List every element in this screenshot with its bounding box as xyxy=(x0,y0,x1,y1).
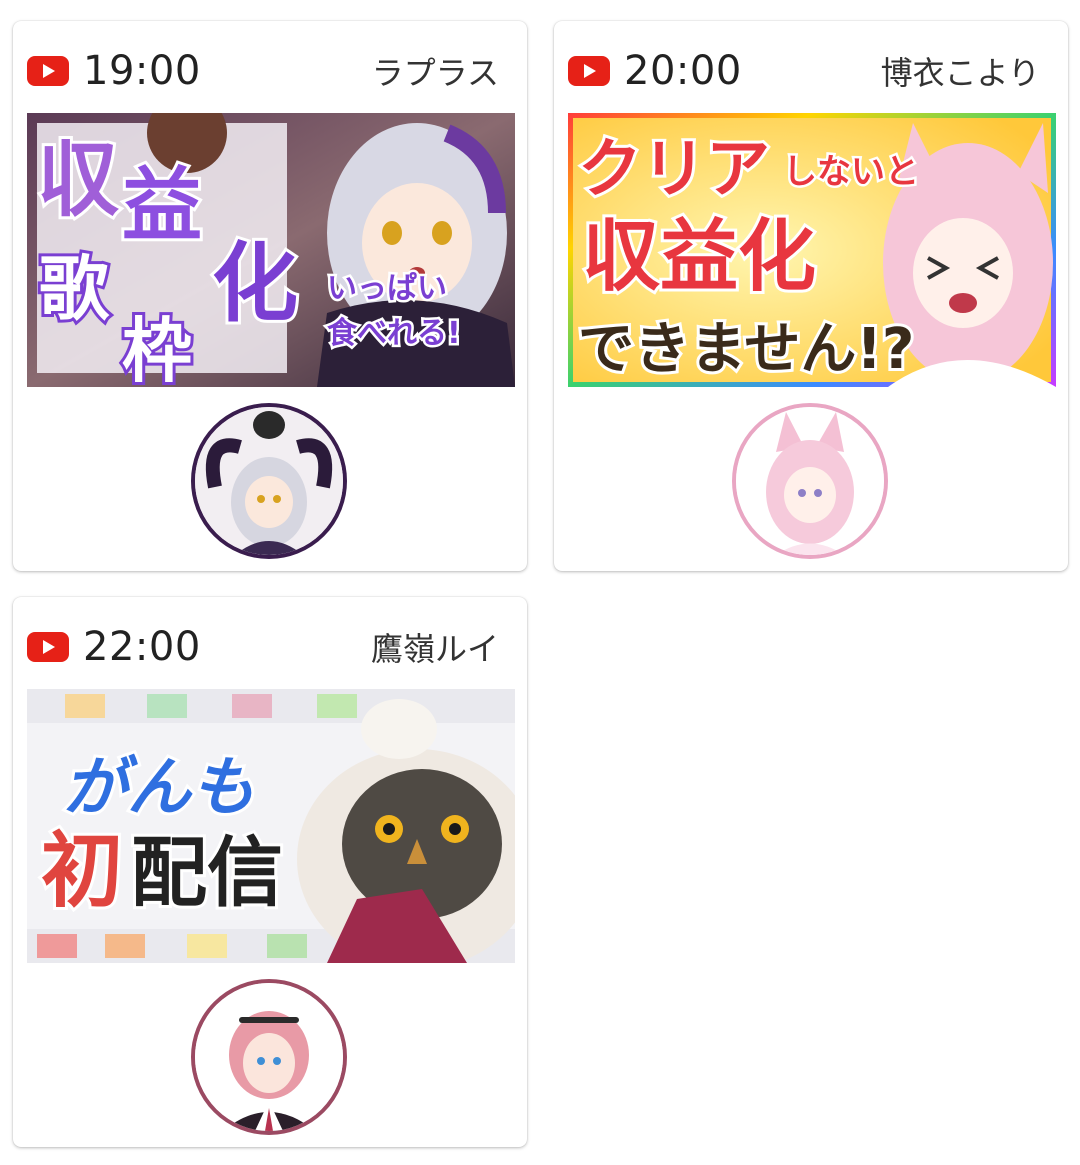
thumbnail-title: がんも 初 配信 xyxy=(38,748,286,922)
thumb-text-1: がんも xyxy=(63,751,255,825)
card-header: 19:00 ラプラス xyxy=(27,47,499,95)
streamer-avatar[interactable] xyxy=(732,403,888,559)
youtube-icon xyxy=(27,632,69,662)
thumb-text-1: 収 xyxy=(37,133,119,228)
thumb-text-1: クリア xyxy=(578,133,770,207)
video-thumbnail[interactable]: クリア しないと 収益化 できません!? xyxy=(568,113,1056,387)
thumb-text-4: できません!? xyxy=(578,317,914,382)
thumb-text-6: いっぱい xyxy=(327,271,447,306)
thumb-text-2: 初 xyxy=(41,824,123,919)
stream-card-lui[interactable]: 22:00 鷹嶺ルイ がんも 初 配信 xyxy=(13,597,527,1147)
video-thumbnail[interactable]: 収 益 化 歌 枠 いっぱい 食べれる! xyxy=(27,113,515,387)
thumb-text-3: 化 xyxy=(212,234,298,334)
youtube-icon xyxy=(27,56,69,86)
thumb-text-4: 歌 xyxy=(39,248,110,330)
video-thumbnail[interactable]: がんも 初 配信 xyxy=(27,689,515,963)
thumb-text-2: 益 xyxy=(122,159,202,252)
stream-time: 20:00 xyxy=(624,48,742,94)
card-header: 20:00 博衣こより xyxy=(568,47,1040,95)
streamer-name: ラプラス xyxy=(371,54,499,92)
thumb-text-3: 配信 xyxy=(131,828,283,917)
thumb-text-5: 枠 xyxy=(122,310,192,387)
thumb-text-7: 食べれる! xyxy=(327,316,461,351)
streamer-avatar[interactable] xyxy=(191,979,347,1135)
thumb-text-3: 収益化 xyxy=(582,212,816,302)
youtube-icon xyxy=(568,56,610,86)
stream-card-koyori[interactable]: 20:00 博衣こより クリア しないと 収益化 できません!? xyxy=(554,21,1068,571)
card-header: 22:00 鷹嶺ルイ xyxy=(27,623,499,671)
time-group: 19:00 xyxy=(27,48,201,94)
time-group: 20:00 xyxy=(568,48,742,94)
stream-card-laplus[interactable]: 19:00 ラプラス 収 益 化 歌 枠 いっぱい 食べれる! xyxy=(13,21,527,571)
streamer-name: 博衣こより xyxy=(880,54,1040,92)
stream-time: 22:00 xyxy=(83,624,201,670)
streamer-avatar[interactable] xyxy=(191,403,347,559)
time-group: 22:00 xyxy=(27,624,201,670)
streamer-name: 鷹嶺ルイ xyxy=(370,630,499,668)
stream-time: 19:00 xyxy=(83,48,201,94)
thumb-text-2: しないと xyxy=(783,152,919,192)
